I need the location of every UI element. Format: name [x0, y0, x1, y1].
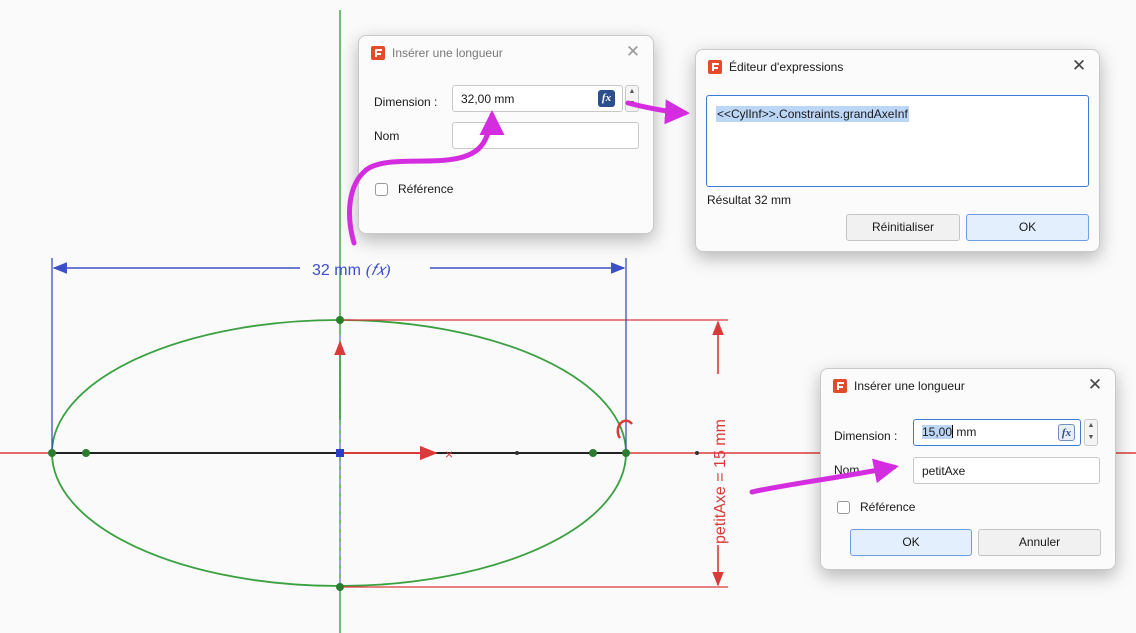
expression-text: <<CylInf>>.Constraints.grandAxeInf — [716, 106, 909, 122]
fx-icon[interactable]: fx — [598, 90, 615, 107]
sketch-point[interactable] — [622, 449, 630, 457]
dialog-titlebar[interactable]: Insérer une longueur ✕ — [359, 36, 653, 68]
freecad-logo-icon — [371, 46, 385, 60]
insert-length-dialog-bottom: Insérer une longueur ✕ Dimension : 15,00… — [820, 368, 1116, 570]
sketch-point[interactable] — [48, 449, 56, 457]
dimension-input[interactable]: 15,00 mm — [913, 419, 1081, 446]
dimension-value-selected: 15,00 — [922, 425, 953, 439]
fx-icon[interactable]: fx — [1058, 424, 1075, 441]
ok-button[interactable]: OK — [850, 529, 972, 556]
dialog-titlebar[interactable]: Insérer une longueur ✕ — [821, 369, 1115, 401]
dimension-value-unit: mm — [953, 425, 977, 439]
close-icon[interactable]: ✕ — [1069, 56, 1089, 76]
freecad-logo-icon — [833, 379, 847, 393]
origin-point[interactable] — [336, 449, 344, 457]
name-input[interactable] — [913, 457, 1100, 484]
dimension-label: Dimension : — [834, 429, 898, 443]
reference-label: Référence — [398, 182, 454, 196]
tangent-constraint-icon — [616, 419, 634, 439]
dialog-title: Éditeur d'expressions — [729, 60, 844, 74]
close-icon[interactable]: ✕ — [623, 42, 643, 62]
close-icon[interactable]: ✕ — [1085, 375, 1105, 395]
expression-textarea[interactable]: <<CylInf>>.Constraints.grandAxeInf — [706, 95, 1089, 187]
vertical-dimension-label[interactable]: petitAxe = 15 mm — [712, 419, 729, 544]
freecad-logo-icon — [708, 60, 722, 74]
sketch-point[interactable] — [589, 449, 597, 457]
dialog-title: Insérer une longueur — [854, 379, 965, 393]
cancel-button[interactable]: Annuler — [978, 529, 1101, 556]
dimension-spinner[interactable]: ▲ ▼ — [625, 85, 639, 112]
name-label: Nom — [834, 463, 860, 477]
dimension-label: Dimension : — [374, 95, 438, 109]
reference-checkbox[interactable] — [375, 183, 388, 196]
reference-label: Référence — [860, 500, 916, 514]
horizontal-dimension-fx: (𝑓𝑥) — [366, 262, 391, 279]
horizontal-dimension-label[interactable]: 32 mm (𝑓𝑥) — [312, 262, 390, 279]
ok-button[interactable]: OK — [966, 214, 1089, 241]
sketch-point[interactable] — [336, 316, 344, 324]
horizontal-dimension-value: 32 mm — [312, 262, 361, 279]
result-text: Résultat 32 mm — [707, 193, 792, 207]
expression-editor-dialog: Éditeur d'expressions ✕ <<CylInf>>.Const… — [695, 49, 1100, 252]
reset-button[interactable]: Réinitialiser — [846, 214, 960, 241]
insert-length-dialog-top: Insérer une longueur ✕ Dimension : fx ▲▼… — [358, 35, 654, 234]
dimension-spinner[interactable]: ▲ ▼ — [1084, 419, 1098, 446]
dialog-title: Insérer une longueur — [392, 46, 503, 60]
x-axis-marker: × — [445, 446, 453, 462]
name-label: Nom — [374, 129, 400, 143]
dialog-titlebar[interactable]: Éditeur d'expressions ✕ — [696, 50, 1099, 82]
name-input[interactable] — [452, 122, 639, 149]
sketch-point[interactable] — [336, 583, 344, 591]
sketch-point[interactable] — [82, 449, 90, 457]
sketch-point — [695, 451, 699, 455]
reference-checkbox[interactable] — [837, 501, 850, 514]
sketch-point — [515, 451, 519, 455]
